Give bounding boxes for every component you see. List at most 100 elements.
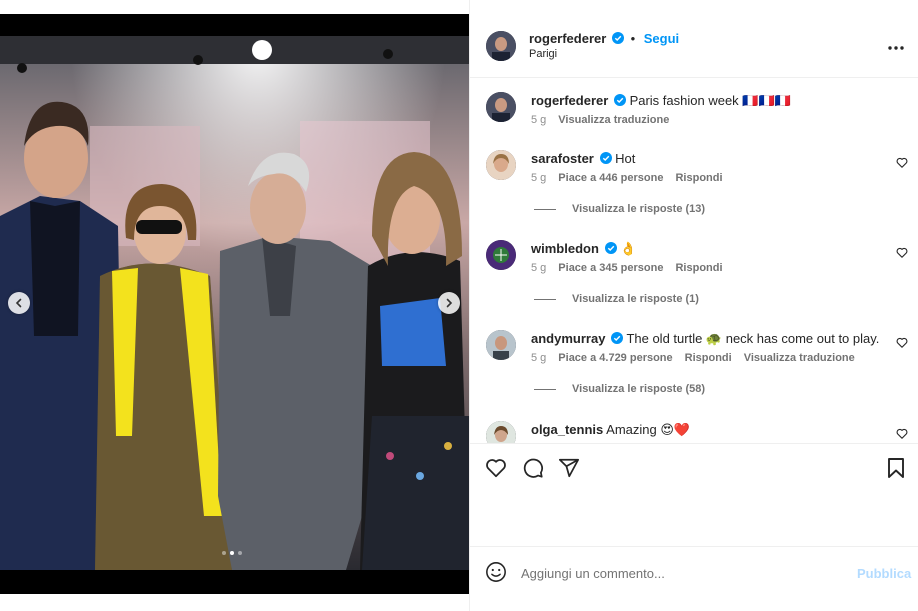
avatar-image <box>486 421 516 443</box>
follow-button[interactable]: Segui <box>644 31 679 46</box>
comment-likes[interactable]: Piace a 4.729 persone <box>558 352 672 364</box>
heart-icon <box>896 157 908 168</box>
chevron-left-icon <box>15 298 22 308</box>
emoji-picker-button[interactable] <box>485 561 507 586</box>
verified-icon <box>613 94 626 106</box>
more-options-button[interactable] <box>888 38 904 53</box>
caption-meta: 5 g Visualizza traduzione <box>531 114 669 126</box>
photo-illustration <box>0 36 469 570</box>
share-button[interactable] <box>558 457 580 482</box>
comment-like-button[interactable] <box>896 336 908 351</box>
carousel-prev-button[interactable] <box>8 292 30 314</box>
comment-age: 5 g <box>531 172 547 184</box>
post-actions <box>470 443 918 547</box>
share-icon <box>558 458 580 478</box>
comment-username[interactable]: olga_tennis <box>531 422 603 437</box>
comment-username[interactable]: wimbledon <box>531 241 599 256</box>
comment-icon <box>523 458 543 478</box>
carousel-next-button[interactable] <box>438 292 460 314</box>
like-button[interactable] <box>485 457 507 481</box>
verified-icon <box>611 32 624 44</box>
verified-icon <box>599 152 612 164</box>
dot-separator: • <box>630 31 636 46</box>
avatar[interactable] <box>486 92 516 122</box>
view-replies-label: Visualizza le risposte (1) <box>572 293 699 305</box>
avatar[interactable] <box>486 150 516 180</box>
comment-text-line: andymurray The old turtle 🐢 neck has com… <box>531 331 879 347</box>
view-replies-label: Visualizza le risposte (13) <box>572 203 706 215</box>
post-header: rogerfederer • Segui Parigi <box>470 0 918 78</box>
comment-composer: Pubblica <box>470 548 918 596</box>
avatar[interactable] <box>486 421 516 443</box>
reply-button[interactable]: Rispondi <box>675 262 722 274</box>
carousel-indicator <box>222 551 242 555</box>
avatar-image <box>486 240 516 270</box>
emoji-icon <box>486 562 506 582</box>
comment-text: Hot <box>615 151 636 166</box>
translate-link[interactable]: Visualizza traduzione <box>744 352 855 364</box>
heart-icon <box>896 428 908 439</box>
comment-like-button[interactable] <box>896 246 908 261</box>
view-replies-label: Visualizza le risposte (58) <box>572 383 706 395</box>
avatar-image <box>486 31 516 61</box>
avatar[interactable] <box>486 330 516 360</box>
comment-likes[interactable]: Piace a 446 persone <box>558 172 663 184</box>
verified-icon <box>604 242 617 254</box>
publish-button[interactable]: Pubblica <box>857 566 911 581</box>
view-replies-button[interactable]: Visualizza le risposte (13) <box>534 203 705 215</box>
chevron-right-icon <box>446 298 453 308</box>
avatar-image <box>486 330 516 360</box>
caption-age: 5 g <box>531 114 547 126</box>
caption-username[interactable]: rogerfederer <box>531 93 608 108</box>
caption-text: Paris fashion week 🇫🇷🇫🇷🇫🇷 <box>629 93 791 108</box>
post-media <box>0 0 469 611</box>
comment-text: Amazing 😍❤️ <box>606 422 691 437</box>
comment-username[interactable]: andymurray <box>531 331 605 346</box>
save-button[interactable] <box>886 457 906 482</box>
comment-age: 5 g <box>531 262 547 274</box>
comment-input[interactable] <box>521 562 841 584</box>
carousel-dot <box>230 551 234 555</box>
heart-icon <box>486 459 506 478</box>
replies-line <box>534 298 556 300</box>
heart-icon <box>896 247 908 258</box>
verified-icon <box>611 332 624 344</box>
comment-like-button[interactable] <box>896 156 908 171</box>
post-photo[interactable] <box>0 36 469 570</box>
comment-age: 5 g <box>531 352 547 364</box>
comment-text: 👌 <box>620 241 637 256</box>
bookmark-icon <box>888 458 904 478</box>
avatar-image <box>486 92 516 122</box>
avatar[interactable] <box>486 240 516 270</box>
comment-button[interactable] <box>522 457 544 482</box>
comment-username[interactable]: sarafoster <box>531 151 594 166</box>
carousel-dot <box>222 551 226 555</box>
avatar-image <box>486 150 516 180</box>
view-replies-button[interactable]: Visualizza le risposte (1) <box>534 293 699 305</box>
reply-button[interactable]: Rispondi <box>675 172 722 184</box>
author-line: rogerfederer • Segui <box>529 31 679 46</box>
comment-likes[interactable]: Piace a 345 persone <box>558 262 663 274</box>
media-frame <box>0 14 469 594</box>
caption-text-line: rogerfederer Paris fashion week 🇫🇷🇫🇷🇫🇷 <box>531 93 791 109</box>
more-icon <box>888 46 904 50</box>
author-username[interactable]: rogerfederer <box>529 31 606 46</box>
comment-text-line: olga_tennis Amazing 😍❤️ <box>531 422 690 438</box>
post-details: rogerfederer • Segui Parigi rogerfederer… <box>469 0 918 611</box>
view-replies-button[interactable]: Visualizza le risposte (58) <box>534 383 705 395</box>
replies-line <box>534 388 556 390</box>
post-location[interactable]: Parigi <box>529 48 557 60</box>
comment-meta: 5 g Piace a 345 persone Rispondi <box>531 262 723 274</box>
comment-text-line: sarafoster Hot <box>531 151 635 166</box>
comment-like-button[interactable] <box>896 427 908 442</box>
comment-text: The old turtle 🐢 neck has come out to pl… <box>626 331 880 346</box>
comment-text-line: wimbledon 👌 <box>531 241 636 257</box>
comment-meta: 5 g Piace a 4.729 persone Rispondi Visua… <box>531 352 855 364</box>
comments-list[interactable]: rogerfederer Paris fashion week 🇫🇷🇫🇷🇫🇷 5… <box>470 79 918 443</box>
avatar[interactable] <box>486 31 516 61</box>
replies-line <box>534 208 556 210</box>
reply-button[interactable]: Rispondi <box>685 352 732 364</box>
carousel-dot <box>238 551 242 555</box>
comment-meta: 5 g Piace a 446 persone Rispondi <box>531 172 723 184</box>
translate-link[interactable]: Visualizza traduzione <box>558 114 669 126</box>
